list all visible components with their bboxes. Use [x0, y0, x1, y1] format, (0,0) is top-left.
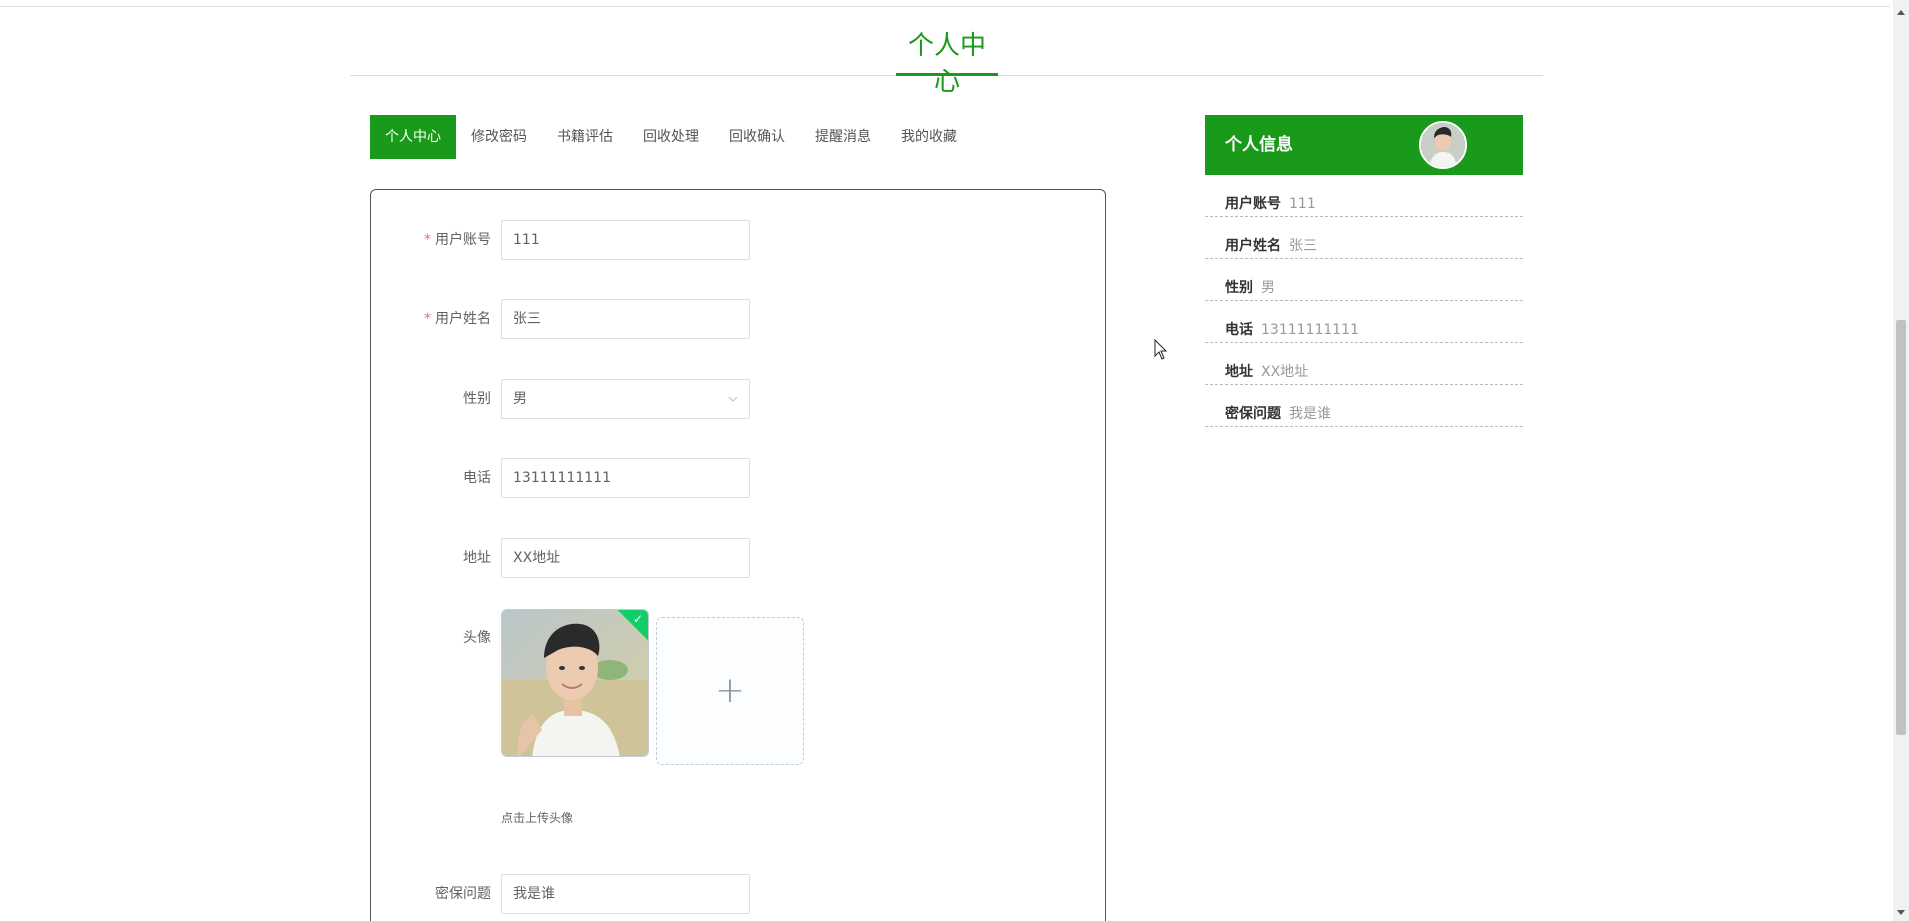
scroll-up-arrow-icon[interactable]: [1897, 10, 1905, 15]
gender-selected-value: 男: [513, 391, 527, 407]
plus-icon: +: [714, 670, 746, 711]
info-row-account: 用户账号 111: [1205, 175, 1523, 217]
check-icon: ✓: [632, 612, 643, 626]
tab-my-favorites[interactable]: 我的收藏: [886, 115, 972, 159]
security-question-label: 密保问题: [435, 886, 491, 902]
gender-label: 性别: [463, 391, 491, 407]
tab-change-password[interactable]: 修改密码: [456, 115, 542, 159]
avatar-preview-image[interactable]: ✓: [501, 609, 649, 757]
avatar-upload-hint: 点击上传头像: [501, 811, 574, 825]
avatar-photo-small: [1421, 123, 1465, 167]
profile-form: * 用户账号 111 * 用户姓名 张三 性别 男 电话 13111111111 地…: [370, 189, 1106, 921]
tab-recycle-confirm[interactable]: 回收确认: [714, 115, 800, 159]
form-row-security-question: 密保问题 我是谁: [371, 874, 1105, 914]
name-input[interactable]: 张三: [501, 299, 750, 339]
info-panel-header: 个人信息: [1205, 115, 1523, 175]
form-row-address: 地址 XX地址: [371, 538, 1105, 578]
address-input[interactable]: XX地址: [501, 538, 750, 578]
tab-recycle-processing[interactable]: 回收处理: [628, 115, 714, 159]
gender-select[interactable]: 男: [501, 379, 750, 419]
phone-label: 电话: [463, 470, 491, 486]
avatar-photo: [502, 610, 648, 756]
top-divider: [0, 6, 1890, 7]
name-label: * 用户姓名: [424, 311, 491, 327]
scroll-down-arrow-icon[interactable]: [1897, 910, 1905, 915]
info-row-gender: 性别男: [1205, 259, 1523, 301]
info-row-address: 地址 XX地址: [1205, 343, 1523, 385]
form-row-gender: 性别 男: [371, 379, 1105, 419]
info-row-name: 用户姓名 张三: [1205, 217, 1523, 259]
page-title: 个人中心: [896, 28, 998, 97]
info-row-security-question: 密保问题 我是谁: [1205, 385, 1523, 427]
info-row-phone: 电话 13111111111: [1205, 301, 1523, 343]
mouse-cursor-icon: [1154, 339, 1168, 360]
info-panel-title: 个人信息: [1225, 135, 1293, 155]
form-row-account: * 用户账号 111: [371, 220, 1105, 260]
chevron-down-icon: [728, 396, 738, 402]
form-row-phone: 电话 13111111111: [371, 458, 1105, 498]
account-input[interactable]: 111: [501, 220, 750, 260]
scrollbar-thumb[interactable]: [1896, 320, 1906, 735]
security-question-input[interactable]: 我是谁: [501, 874, 750, 914]
address-label: 地址: [463, 550, 491, 566]
page-title-bar: 个人中心: [350, 28, 1543, 97]
avatar: [1419, 121, 1467, 169]
form-row-name: * 用户姓名 张三: [371, 299, 1105, 339]
phone-input[interactable]: 13111111111: [501, 458, 750, 498]
required-mark: *: [424, 311, 431, 327]
tab-book-evaluation[interactable]: 书籍评估: [542, 115, 628, 159]
required-mark: *: [424, 232, 431, 248]
form-row-avatar: 头像 ✓ +: [371, 609, 1105, 769]
tab-profile[interactable]: 个人中心: [370, 115, 456, 159]
profile-info-panel: 个人信息 用户账号 111 用户姓名 张三 性别男 电话 13111111111 地址…: [1205, 115, 1523, 427]
tab-bar: 个人中心 修改密码 书籍评估 回收处理 回收确认 提醒消息 我的收藏: [370, 115, 972, 159]
avatar-upload-button[interactable]: +: [656, 617, 804, 765]
account-label: * 用户账号: [424, 232, 491, 248]
tab-reminder-messages[interactable]: 提醒消息: [800, 115, 886, 159]
avatar-label: 头像: [463, 630, 491, 646]
